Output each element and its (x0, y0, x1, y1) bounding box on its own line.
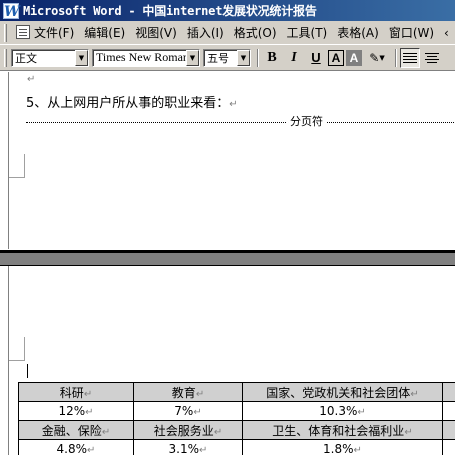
cell-text: 科研 (59, 385, 84, 400)
style-value: 正文 (15, 51, 37, 65)
table-cell[interactable]: 国家、党政机关和社会团体↵ (242, 382, 443, 402)
page-break-line (26, 122, 455, 123)
character-border-button[interactable]: A (328, 49, 344, 66)
cell-end-mark: ↵ (353, 445, 362, 455)
align-center-icon (425, 52, 439, 64)
align-justify-icon (403, 52, 417, 64)
paragraph-mark: ↵ (229, 99, 238, 110)
table-cell[interactable]: 金融、保险↵ (18, 420, 134, 440)
menu-view[interactable]: 视图(V) (130, 24, 182, 41)
menu-tools[interactable]: 工具(T) (282, 24, 333, 41)
chevron-down-icon[interactable]: ▼ (75, 49, 88, 66)
cell-end-mark: ↵ (213, 426, 223, 438)
toolbar-separator (395, 48, 397, 67)
align-center-button[interactable] (422, 48, 442, 68)
cell-text: 卫生、体育和社会福利业 (272, 423, 405, 438)
cell-end-mark: ↵ (357, 407, 366, 418)
chevron-down-icon[interactable]: ▼ (237, 49, 250, 66)
menu-edit[interactable]: 编辑(E) (79, 24, 130, 41)
table-cell[interactable]: 4.8%↵ (18, 439, 134, 455)
cell-text: 3.1% (168, 442, 200, 455)
window-title: Microsoft Word - 中国internet发展状况统计报告 (23, 4, 317, 18)
bold-button[interactable]: B (262, 48, 282, 68)
cell-end-mark: ↵ (199, 445, 208, 455)
highlight-icon: ✎ (369, 50, 380, 65)
table-cell[interactable]: 10.3%↵ (242, 401, 443, 421)
cell-end-mark: ↵ (193, 407, 202, 418)
cell-end-mark: ↵ (410, 388, 419, 400)
menu-insert[interactable]: 插入(I) (182, 24, 229, 41)
cell-text: 12% (58, 404, 86, 418)
cell-text: 4.8% (56, 442, 88, 455)
cell-text: 7% (174, 404, 194, 418)
occupation-table[interactable]: 科研↵ 教育↵ 国家、党政机关和社会团体↵ 12%↵ 7%↵ 10.3%↵ 金融、保险↵ 社会… (18, 382, 455, 455)
menu-overflow[interactable]: ‹ (439, 26, 454, 40)
page-break[interactable]: 分页符 (26, 116, 455, 128)
toolbar-grip[interactable] (4, 48, 7, 67)
cell-end-mark: ↵ (83, 388, 93, 400)
table-cell[interactable] (442, 439, 455, 455)
font-dropdown[interactable]: Times New Roman ▼ (92, 48, 200, 67)
table-cell[interactable]: 7%↵ (133, 401, 243, 421)
table-row[interactable]: 科研↵ 教育↵ 国家、党政机关和社会团体↵ (18, 382, 455, 402)
menu-format[interactable]: 格式(O) (229, 24, 282, 41)
italic-button[interactable]: I (284, 48, 304, 68)
margin-crop-mark (9, 154, 25, 178)
page-break-label: 分页符 (286, 116, 327, 128)
table-cell[interactable]: 1.8%↵ (242, 439, 443, 455)
style-dropdown[interactable]: 正文 ▼ (11, 48, 89, 67)
font-size-dropdown[interactable]: 五号 ▼ (203, 48, 251, 67)
cell-end-mark: ↵ (85, 407, 94, 418)
table-cell[interactable] (442, 382, 455, 402)
menu-file[interactable]: 文件(F) (11, 24, 79, 41)
title-bar[interactable]: W Microsoft Word - 中国internet发展状况统计报告 (0, 0, 455, 21)
word-app-icon[interactable]: W (3, 2, 20, 20)
formatting-toolbar: 正文 ▼ Times New Roman ▼ 五号 ▼ B I U A A ✎ ▼ (0, 45, 455, 71)
table-row[interactable]: 12%↵ 7%↵ 10.3%↵ (18, 401, 455, 421)
text-cursor (27, 364, 28, 378)
menu-table[interactable]: 表格(A) (332, 24, 384, 41)
heading-text: 5、从上网用户所从事的职业来看： (26, 96, 230, 111)
cell-text: 社会服务业 (153, 423, 214, 438)
cell-end-mark: ↵ (87, 445, 96, 455)
document-area[interactable]: ↵ 5、从上网用户所从事的职业来看：↵ 分页符 科研↵ 教育↵ 国家、党政机关和社会… (0, 72, 455, 455)
cell-end-mark: ↵ (195, 388, 205, 400)
cell-text: 教育 (171, 385, 196, 400)
margin-crop-mark (9, 337, 25, 361)
menu-bar: 文件(F) 编辑(E) 视图(V) 插入(I) 格式(O) 工具(T) 表格(A… (0, 21, 455, 45)
cell-text: 国家、党政机关和社会团体 (266, 385, 411, 400)
table-cell[interactable]: 教育↵ (133, 382, 243, 402)
page-separator (0, 250, 455, 266)
justify-button[interactable] (400, 47, 420, 68)
cell-text: 1.8% (323, 442, 354, 455)
menu-file-label: 文件(F) (34, 26, 75, 40)
cell-text: 10.3% (319, 404, 358, 418)
occupation-heading[interactable]: 5、从上网用户所从事的职业来看：↵ (26, 92, 238, 111)
table-cell[interactable]: 12%↵ (18, 401, 134, 421)
font-value: Times New Roman (96, 50, 186, 64)
cell-text: 金融、保险 (41, 423, 102, 438)
toolbar-separator (257, 48, 259, 67)
table-cell[interactable]: 科研↵ (18, 382, 134, 402)
paragraph-mark: ↵ (27, 74, 36, 85)
table-cell[interactable] (442, 420, 455, 440)
cell-end-mark: ↵ (101, 426, 111, 438)
highlight-button[interactable]: ✎ ▼ (364, 48, 390, 68)
table-cell[interactable] (442, 401, 455, 421)
table-cell[interactable]: 社会服务业↵ (133, 420, 243, 440)
table-row[interactable]: 4.8%↵ 3.1%↵ 1.8%↵ (18, 439, 455, 455)
chevron-down-icon[interactable]: ▼ (186, 49, 199, 66)
page-1[interactable]: ↵ 5、从上网用户所从事的职业来看：↵ 分页符 (8, 72, 455, 249)
underline-button[interactable]: U (306, 48, 326, 68)
table-row[interactable]: 金融、保险↵ 社会服务业↵ 卫生、体育和社会福利业↵ (18, 420, 455, 440)
font-size-value: 五号 (207, 51, 229, 65)
menu-window[interactable]: 窗口(W) (384, 24, 439, 41)
chevron-down-icon: ▼ (379, 53, 385, 62)
document-icon (16, 25, 30, 39)
menu-grip[interactable] (4, 23, 7, 42)
table-cell[interactable]: 卫生、体育和社会福利业↵ (242, 420, 443, 440)
cell-end-mark: ↵ (404, 426, 413, 438)
table-cell[interactable]: 3.1%↵ (133, 439, 243, 455)
character-shading-button[interactable]: A (346, 49, 362, 66)
